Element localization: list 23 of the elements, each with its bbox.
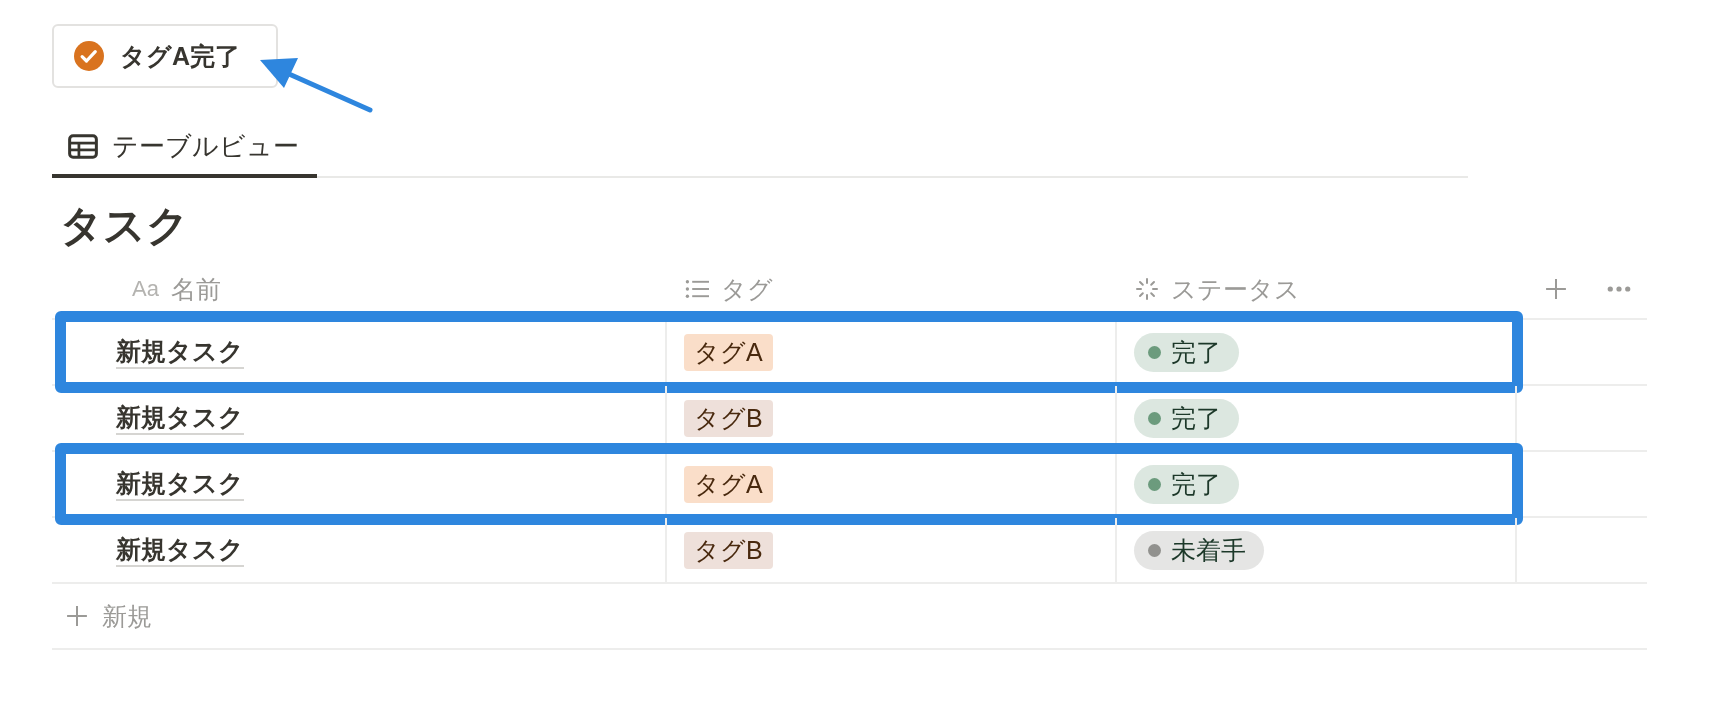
view-tab[interactable]: テーブルビュー (52, 118, 317, 178)
text-type-icon: Aa (132, 276, 159, 302)
task-name[interactable]: 新規タスク (116, 533, 244, 567)
task-name[interactable]: 新規タスク (116, 335, 244, 369)
check-circle-icon (74, 41, 104, 71)
status-label: 未着手 (1171, 534, 1246, 566)
task-name[interactable]: 新規タスク (116, 467, 244, 501)
tag-label: タグB (684, 399, 773, 437)
task-name[interactable]: 新規タスク (116, 401, 244, 435)
add-column-icon[interactable] (1545, 278, 1567, 300)
tag-label: タグB (684, 531, 773, 569)
plus-icon (66, 605, 88, 627)
tag-complete-button[interactable]: タグA完了 (52, 24, 278, 88)
status-label: 完了 (1171, 336, 1221, 368)
list-icon (685, 278, 709, 300)
more-icon[interactable] (1607, 285, 1631, 293)
page-title: タスク (60, 201, 190, 251)
tag-label: タグA (684, 333, 773, 371)
table-icon (68, 133, 98, 159)
status-label: 完了 (1171, 468, 1221, 500)
status-label: 完了 (1171, 402, 1221, 434)
status-icon (1135, 278, 1159, 300)
tag-label: タグA (684, 465, 773, 503)
